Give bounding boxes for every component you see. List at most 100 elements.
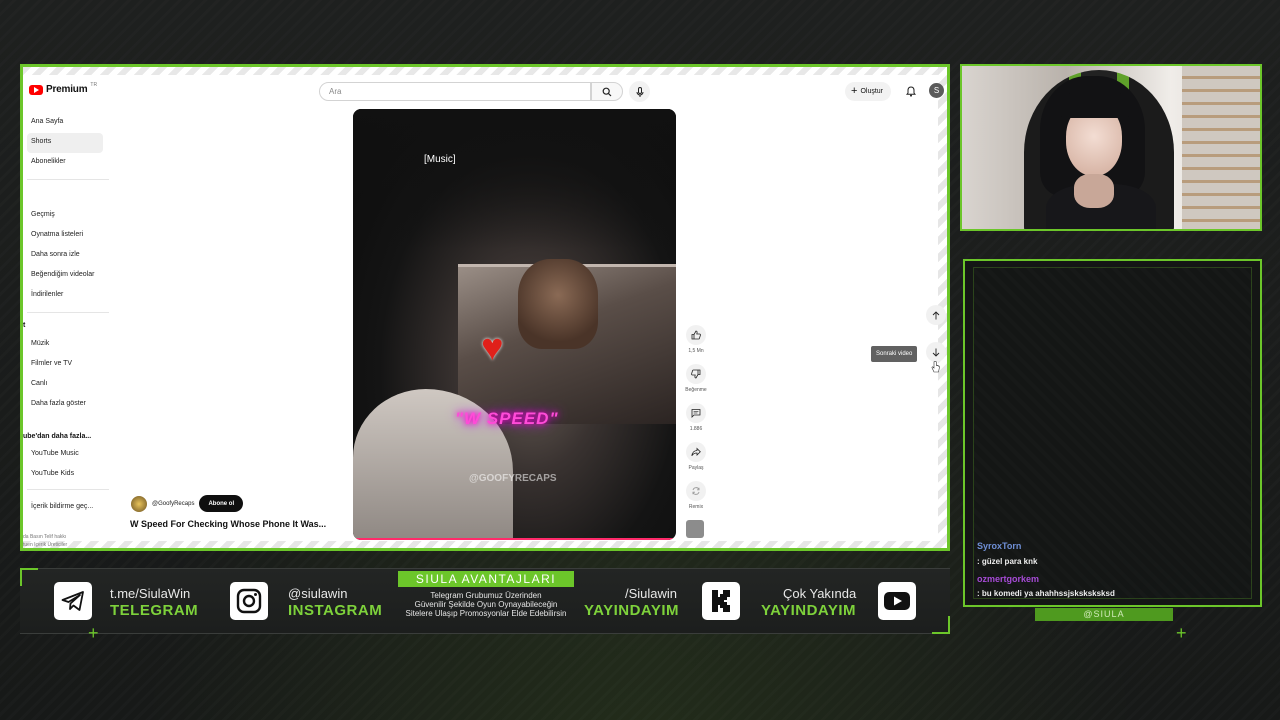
voice-search-button[interactable] (629, 81, 650, 102)
microphone-icon (636, 86, 643, 97)
sidebar-section-heading: t (23, 322, 26, 329)
sidebar-item-live[interactable]: Canlı (27, 375, 103, 395)
telegram-link[interactable]: t.me/SiulaWin (110, 586, 190, 601)
sidebar-item-shorts[interactable]: Shorts (27, 133, 103, 153)
frame-top-stripe (23, 67, 947, 75)
hand-cursor-icon (931, 361, 940, 373)
search-icon (602, 87, 612, 96)
kick-tile[interactable] (702, 582, 740, 620)
sidebar-section-more-from-youtube: ube'dan daha fazla... (23, 433, 92, 440)
sidebar-item-watch-later[interactable]: Daha sonra izle (27, 246, 103, 266)
frame-bottom-stripe (23, 541, 947, 548)
chat-username: ozmertgorkem (977, 574, 1040, 584)
telegram-tile[interactable] (54, 582, 92, 620)
search-input[interactable]: Ara (319, 82, 591, 101)
next-video-button[interactable] (926, 342, 946, 362)
channel-info: @GoofyRecaps Abone ol (131, 495, 244, 512)
sound-thumbnail[interactable] (686, 520, 704, 538)
bell-icon (906, 85, 916, 97)
sidebar-item-liked-videos[interactable]: Beğendiğim videolar (27, 266, 103, 286)
sidebar-footer-links[interactable]: da Basın Telif hakkı (23, 534, 66, 540)
chat-message-text: : bu komedi ya ahahhssjsksksksksd (977, 589, 1115, 598)
decor-plus-mark: + (1176, 623, 1187, 643)
comments-button[interactable]: 1.886 (683, 403, 709, 432)
youtube-logo-icon (29, 84, 43, 95)
youtube-icon (884, 592, 910, 610)
notifications-button[interactable] (903, 83, 919, 99)
telegram-icon (61, 591, 84, 611)
sidebar-item-report-history[interactable]: İçerik bildirme geç... (27, 498, 103, 518)
sidebar-item-movies[interactable]: Filmler ve TV (27, 355, 103, 375)
share-button[interactable]: Paylaş (683, 442, 709, 471)
remix-icon (692, 487, 700, 495)
instagram-handle[interactable]: @siulawin (288, 586, 347, 601)
search-button[interactable] (591, 82, 623, 101)
create-label: Oluştur (860, 88, 883, 95)
promo-text-line: Sitelere Ulaşıp Promosyonlar Elde Edebil… (405, 609, 567, 618)
sidebar-item-home[interactable]: Ana Sayfa (27, 113, 103, 133)
video-overlay-text: "W SPEED" (455, 409, 559, 428)
plus-icon: + (851, 85, 858, 97)
next-video-tooltip: Sonraki video (871, 346, 918, 362)
previous-video-button[interactable] (926, 305, 946, 325)
sidebar-item-music[interactable]: Müzik (27, 335, 103, 355)
shorts-video-player[interactable]: [Music] ♥ "W SPEED" @GOOFYRECAPS (353, 109, 676, 540)
sidebar-item-youtube-kids[interactable]: YouTube Kids (27, 465, 103, 485)
sidebar-item-youtube-music[interactable]: YouTube Music (27, 445, 103, 465)
chat-username: SyroxTorn (977, 541, 1022, 551)
sidebar-item-history[interactable]: Geçmiş (27, 206, 103, 226)
video-top-shade (353, 109, 676, 249)
sidebar-divider (27, 312, 109, 313)
video-progress-bar[interactable] (353, 538, 676, 540)
sidebar-item-show-more[interactable]: Daha fazla göster (27, 395, 103, 415)
bar-corner (932, 616, 950, 634)
channel-name[interactable]: @GoofyRecaps (152, 501, 194, 507)
subscribe-button[interactable]: Abone ol (199, 495, 244, 512)
bar-corner (20, 568, 38, 586)
sidebar-divider (27, 179, 109, 180)
webcam-background-stairs (1182, 66, 1260, 229)
video-title[interactable]: W Speed For Checking Whose Phone It Was.… (130, 519, 326, 529)
logo-region: TR (90, 81, 98, 88)
remix-label: Remix (688, 504, 704, 510)
sidebar-item-playlists[interactable]: Oynatma listeleri (27, 226, 103, 246)
youtube-label: YAYINDAYIM (761, 602, 857, 619)
arrow-up-icon (932, 310, 940, 319)
arrow-down-icon (932, 348, 940, 357)
sidebar-item-subscriptions[interactable]: Abonelikler (27, 153, 103, 173)
video-caption: [Music] (424, 154, 456, 165)
youtube-header: Premium TR Ara + Oluştur S (23, 79, 944, 107)
youtube-tile[interactable] (878, 582, 916, 620)
webcam-feed (960, 64, 1262, 231)
instagram-icon (236, 588, 262, 614)
channel-avatar[interactable] (131, 495, 147, 512)
kick-handle[interactable]: /Siulawin (625, 586, 677, 601)
youtube-status: Çok Yakında (783, 586, 857, 601)
promo-text-line: Güvenilir Şekilde Oyun Oynayabileceğin (414, 600, 558, 609)
thumbs-down-icon (691, 369, 701, 379)
dislike-button[interactable]: Beğenme (683, 364, 709, 393)
browser-capture: Premium TR Ara + Oluştur S Ana Sayfa Sho… (20, 64, 950, 551)
instagram-tile[interactable] (230, 582, 268, 620)
heart-emoji-icon: ♥ (481, 327, 504, 369)
kick-label: YAYINDAYIM (584, 602, 680, 619)
share-icon (691, 447, 701, 457)
youtube-premium-logo[interactable]: Premium TR (29, 81, 98, 95)
sidebar-footer-links[interactable]: tuen Içerik Üreticiler (23, 542, 67, 548)
decor-plus-mark: + (88, 623, 99, 643)
like-count: 1,5 Mn (688, 348, 704, 354)
video-watermark: @GOOFYRECAPS (469, 473, 557, 484)
comment-icon (691, 409, 701, 418)
video-person (518, 259, 598, 349)
kick-icon (712, 590, 730, 612)
streamer-hand (1074, 174, 1114, 208)
sidebar-item-downloads[interactable]: İndirilenler (27, 286, 103, 306)
share-label: Paylaş (688, 465, 704, 471)
create-button[interactable]: + Oluştur (845, 82, 891, 101)
promo-text-line: Telegram Grubumuz Üzerinden (430, 591, 542, 600)
like-button[interactable]: 1,5 Mn (683, 325, 709, 354)
chat-message-text: : güzel para knk (977, 557, 1038, 566)
account-avatar[interactable]: S (929, 83, 944, 98)
remix-button[interactable]: Remix (683, 481, 709, 510)
logo-text: Premium (46, 84, 88, 95)
